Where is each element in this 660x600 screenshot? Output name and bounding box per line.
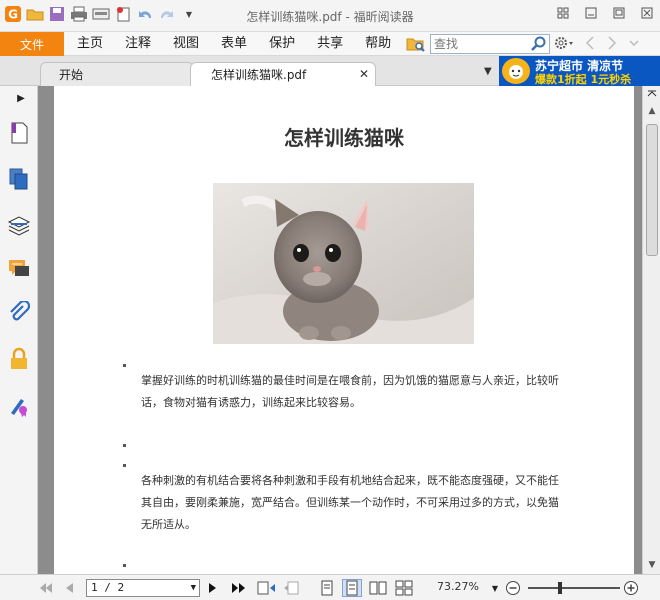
zoom-slider[interactable] <box>528 582 620 594</box>
layers-icon[interactable] <box>6 212 32 238</box>
single-page-view-icon[interactable] <box>318 579 336 597</box>
menu-share[interactable]: 共享 <box>306 32 354 56</box>
previous-view-icon[interactable] <box>256 579 276 597</box>
window-controls <box>556 6 654 20</box>
bullet-dot <box>123 464 126 467</box>
title-bar: G ▼ 怎样训练猫咪.pdf - 福昕阅读器 <box>0 0 660 32</box>
menu-comment[interactable]: 注释 <box>114 32 162 56</box>
tab-document-label: 怎样训练猫咪.pdf <box>211 68 307 82</box>
attachments-paperclip-icon[interactable] <box>6 300 32 326</box>
advertisement-banner[interactable]: 苏宁超市 清凉节 爆款1折起 1元秒杀 <box>499 56 660 86</box>
next-arrow-icon[interactable] <box>606 35 618 54</box>
document-title: 怎样训练猫咪 <box>284 126 404 150</box>
kitten-photo <box>213 183 474 344</box>
menu-view[interactable]: 视图 <box>162 32 210 56</box>
settings-gear-icon[interactable] <box>554 35 574 54</box>
zoom-in-icon[interactable] <box>622 579 640 597</box>
zoom-slider-knob[interactable] <box>558 582 562 594</box>
page-select-dropdown-icon[interactable]: ▼ <box>191 580 196 596</box>
scroll-down-arrow-icon[interactable]: ▼ <box>645 558 659 572</box>
pdf-page: 怎样训练猫咪 掌握好训练的时机训练猫的最佳时间是在喂食前，因为饥饿的猫愿意与人亲… <box>54 86 634 574</box>
page-number-select[interactable]: 1 / 2 ▼ <box>86 579 200 597</box>
zoom-level[interactable]: 73.27% <box>437 580 479 593</box>
navigation-panel: ▶ <box>0 86 38 574</box>
first-page-icon[interactable] <box>38 579 54 597</box>
ad-line-2: 爆款1折起 1元秒杀 <box>535 73 632 86</box>
tab-start[interactable]: 开始 <box>40 62 194 86</box>
tab-list-dropdown-icon[interactable]: ▼ <box>484 66 492 77</box>
next-view-icon[interactable] <box>282 579 302 597</box>
menu-right-controls <box>554 35 640 54</box>
pages-icon[interactable] <box>6 166 32 192</box>
menu-form[interactable]: 表单 <box>210 32 258 56</box>
file-menu-button[interactable]: 文件 <box>0 32 64 56</box>
page-number-value: 1 / 2 <box>91 581 125 594</box>
facing-view-icon[interactable] <box>368 579 388 597</box>
page-thumbnails-icon[interactable] <box>6 120 32 146</box>
signature-pen-icon[interactable] <box>6 392 32 418</box>
scroll-up-arrow-icon[interactable]: ▲ <box>645 104 659 118</box>
vertical-scrollbar[interactable]: ▲ ▼ <box>642 86 660 574</box>
zoom-out-icon[interactable] <box>504 579 522 597</box>
zoom-dropdown-icon[interactable]: ▼ <box>490 579 500 597</box>
bullet-dot <box>123 564 126 567</box>
last-page-icon[interactable] <box>230 579 248 597</box>
menu-help[interactable]: 帮助 <box>354 32 402 56</box>
paragraph-1: 掌握好训练的时机训练猫的最佳时间是在喂食前，因为饥饿的猫愿意与人亲近，比较听话，… <box>141 374 559 409</box>
next-page-icon[interactable] <box>206 579 220 597</box>
panel-splitter[interactable] <box>38 86 50 574</box>
ad-lion-logo-icon <box>502 58 530 84</box>
bullet-dot <box>123 444 126 447</box>
continuous-facing-view-icon[interactable] <box>394 579 414 597</box>
scrollbar-thumb[interactable] <box>646 124 658 256</box>
tab-document[interactable]: 怎样训练猫咪.pdf ✕ <box>190 62 376 86</box>
tab-start-label: 开始 <box>59 68 84 82</box>
comments-icon[interactable] <box>6 256 32 282</box>
close-icon[interactable] <box>640 6 654 20</box>
status-bar: 1 / 2 ▼ 73.27% ▼ <box>0 574 660 600</box>
scroll-top-icon[interactable] <box>645 86 659 100</box>
maximize-icon[interactable] <box>612 6 626 20</box>
restore-layout-icon[interactable] <box>556 6 570 20</box>
expand-ribbon-icon[interactable] <box>628 35 640 54</box>
security-lock-icon[interactable] <box>6 346 32 372</box>
ribbon-tabs: 主页 注释 视图 表单 保护 共享 帮助 <box>66 32 402 56</box>
previous-page-icon[interactable] <box>62 579 76 597</box>
bullet-dot <box>123 364 126 367</box>
menu-protect[interactable]: 保护 <box>258 32 306 56</box>
find-folder-icon[interactable] <box>406 35 426 53</box>
minimize-icon[interactable] <box>584 6 598 20</box>
paragraph-2: 各种刺激的有机结合要将各种刺激和手段有机地结合起来，既不能态度强硬，又不能任其自… <box>141 474 559 531</box>
search-input[interactable] <box>431 35 527 53</box>
document-viewer: 怎样训练猫咪 掌握好训练的时机训练猫的最佳时间是在喂食前，因为饥饿的猫愿意与人亲… <box>50 86 642 574</box>
previous-arrow-icon[interactable] <box>584 35 596 54</box>
menu-bar: 文件 主页 注释 视图 表单 保护 共享 帮助 <box>0 32 660 56</box>
search-icon[interactable] <box>531 36 547 55</box>
expand-panel-arrow-icon[interactable]: ▶ <box>14 88 28 108</box>
continuous-view-icon[interactable] <box>342 579 362 597</box>
tab-close-icon[interactable]: ✕ <box>359 67 369 81</box>
search-box[interactable] <box>430 34 550 54</box>
menu-home[interactable]: 主页 <box>66 32 114 56</box>
